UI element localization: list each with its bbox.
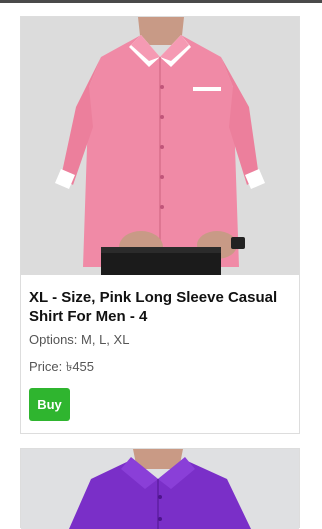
product-card: XL - Size, Pink Long Sleeve Casual Shirt… bbox=[20, 16, 300, 434]
product-image[interactable] bbox=[21, 17, 299, 275]
pink-shirt-photo bbox=[21, 17, 299, 275]
product-options: Options: M, L, XL bbox=[29, 332, 130, 347]
product-title: XL - Size, Pink Long Sleeve Casual Shirt… bbox=[29, 289, 278, 325]
product-card bbox=[20, 448, 300, 529]
product-price: Price: ৳455 bbox=[29, 359, 95, 374]
top-status-bar bbox=[0, 0, 322, 3]
product-image[interactable] bbox=[21, 449, 299, 529]
buy-button[interactable]: Buy bbox=[29, 388, 70, 421]
purple-shirt-photo bbox=[21, 449, 299, 529]
